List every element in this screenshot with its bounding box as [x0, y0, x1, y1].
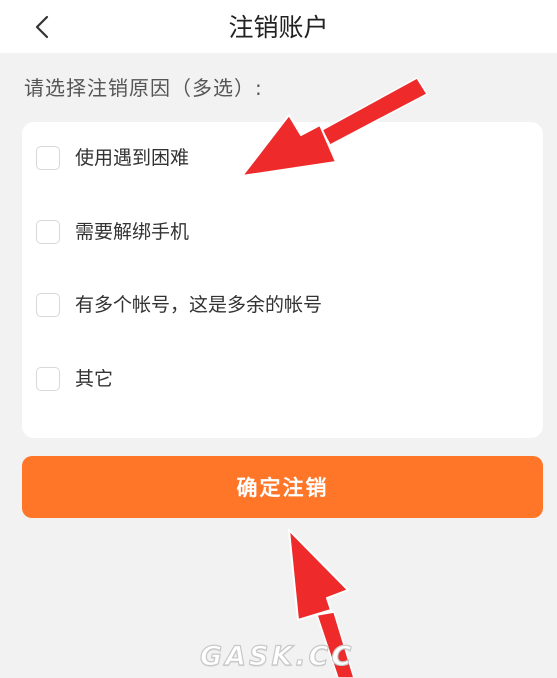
reason-option-other[interactable]: 其它: [36, 365, 113, 393]
checkbox[interactable]: [36, 220, 60, 244]
checkbox[interactable]: [36, 146, 60, 170]
reason-prompt: 请选择注销原因（多选）:: [24, 76, 263, 100]
reason-option-unbind-phone[interactable]: 需要解绑手机: [36, 218, 189, 246]
checkbox[interactable]: [36, 293, 60, 317]
reason-option-extra-account[interactable]: 有多个帐号，这是多余的帐号: [36, 291, 322, 319]
reason-option-label: 使用遇到困难: [75, 147, 190, 169]
top-navigation-bar: 注销账户: [0, 0, 557, 53]
reason-options-card: 使用遇到困难 需要解绑手机 有多个帐号，这是多余的帐号 其它: [22, 122, 543, 438]
reason-option-label: 其它: [75, 368, 114, 390]
page-title: 注销账户: [228, 13, 329, 42]
reason-option-label: 需要解绑手机: [75, 221, 190, 243]
confirm-cancel-account-button[interactable]: 确定注销: [22, 456, 543, 518]
reason-option-difficulty[interactable]: 使用遇到困难: [36, 144, 189, 172]
reason-option-label: 有多个帐号，这是多余的帐号: [75, 294, 323, 316]
watermark: GASK.CC: [199, 640, 355, 672]
checkbox[interactable]: [36, 367, 60, 391]
